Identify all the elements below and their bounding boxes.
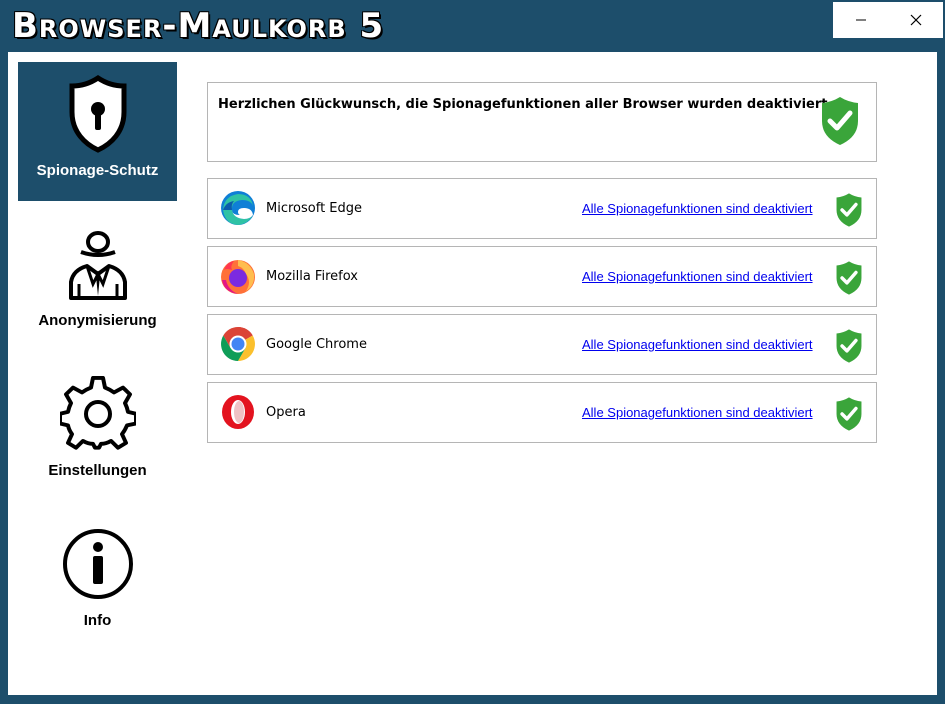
browser-status-link[interactable]: Alle Spionagefunktionen sind deaktiviert	[582, 405, 813, 420]
sidebar-item-label: Einstellungen	[48, 462, 147, 479]
close-icon	[910, 14, 921, 26]
green-check-shield-icon	[822, 97, 858, 145]
minimize-button[interactable]	[833, 2, 888, 38]
sidebar-item-anonymisierung[interactable]: Anonymisierung	[18, 212, 177, 351]
sidebar-item-info[interactable]: Info	[18, 512, 177, 651]
banner-message: Herzlichen Glückwunsch, die Spionagefunk…	[218, 97, 833, 112]
browser-status-link[interactable]: Alle Spionagefunktionen sind deaktiviert	[582, 337, 813, 352]
green-check-shield-icon	[836, 397, 862, 431]
sidebar-item-einstellungen[interactable]: Einstellungen	[18, 362, 177, 501]
green-check-shield-icon	[836, 261, 862, 295]
browser-name: Opera	[266, 405, 306, 420]
status-banner: Herzlichen Glückwunsch, die Spionagefunk…	[207, 82, 877, 162]
browser-row-edge: Microsoft Edge Alle Spionagefunktionen s…	[207, 178, 877, 239]
edge-logo-icon	[221, 191, 255, 225]
browser-status-link[interactable]: Alle Spionagefunktionen sind deaktiviert	[582, 269, 813, 284]
green-check-shield-icon	[836, 193, 862, 227]
browser-row-firefox: Mozilla Firefox Alle Spionagefunktionen …	[207, 246, 877, 307]
shield-keyhole-icon	[67, 74, 129, 154]
window-controls	[833, 2, 943, 38]
sidebar-item-label: Spionage-Schutz	[36, 162, 159, 179]
browser-name: Mozilla Firefox	[266, 269, 358, 284]
browser-row-opera: Opera Alle Spionagefunktionen sind deakt…	[207, 382, 877, 443]
sidebar-item-label: Anonymisierung	[38, 312, 157, 329]
browser-status-link[interactable]: Alle Spionagefunktionen sind deaktiviert	[582, 201, 813, 216]
title-bar: Browser-Maulkorb 5	[0, 0, 945, 52]
sidebar-item-label: Info	[83, 612, 112, 629]
browser-name: Google Chrome	[266, 337, 367, 352]
browser-name: Microsoft Edge	[266, 201, 363, 216]
opera-logo-icon	[222, 395, 254, 429]
gear-icon	[59, 374, 136, 454]
sidebar-item-spionage-schutz[interactable]: Spionage-Schutz	[18, 62, 177, 201]
close-button[interactable]	[888, 2, 943, 38]
anonymous-person-icon	[63, 224, 133, 304]
minimize-icon	[855, 19, 866, 21]
app-title: Browser-Maulkorb 5	[12, 6, 385, 46]
green-check-shield-icon	[836, 329, 862, 363]
firefox-logo-icon	[221, 260, 255, 294]
chrome-logo-icon	[221, 327, 255, 361]
info-icon	[62, 524, 134, 604]
window-body: Spionage-Schutz Anonymisierung Einstellu…	[8, 52, 937, 695]
sidebar: Spionage-Schutz Anonymisierung Einstellu…	[8, 52, 186, 695]
browser-row-chrome: Google Chrome Alle Spionagefunktionen si…	[207, 314, 877, 375]
